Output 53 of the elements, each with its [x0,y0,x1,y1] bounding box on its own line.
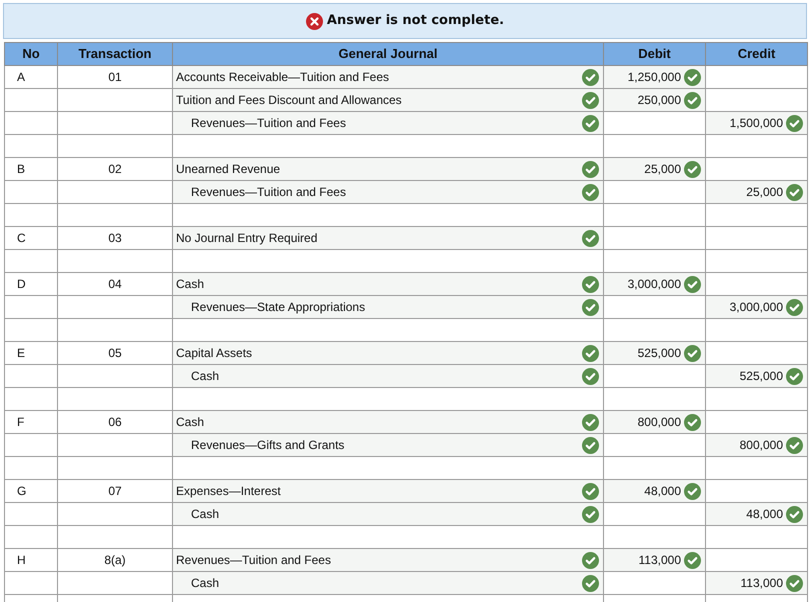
debit-amount: 25,000 [644,161,681,178]
account-name: Cash [175,414,204,431]
debit-amount: 113,000 [638,552,681,569]
credit-amount: 3,000,000 [730,299,783,316]
account-name: Cash [190,575,220,592]
account-name: Revenues—Tuition and Fees [190,184,346,201]
account-name: Accounts Receivable—Tuition and Fees [175,69,389,86]
debit-amount: 48,000 [644,483,681,500]
account-name: Cash [190,506,220,523]
banner-text: Answer is not complete. [326,12,504,30]
credit-amount: 525,000 [740,368,783,385]
entry-letter: C [16,231,26,245]
column-header: Transaction [58,42,172,66]
transaction-number: 06 [108,415,122,429]
account-name: Revenues—Tuition and Fees [190,115,346,132]
transaction-number: 04 [108,277,122,291]
account-name: Revenues—Tuition and Fees [175,552,331,569]
credit-amount: 48,000 [746,506,783,523]
entry-letter: A [16,70,26,84]
account-name: Capital Assets [175,345,252,362]
column-header: Debit [604,42,706,66]
entry-letter: E [16,346,26,360]
debit-amount: 525,000 [638,345,681,362]
transaction-number: 05 [108,346,122,360]
account-name: Cash [175,276,204,293]
account-name: Revenues—Gifts and Grants [190,437,344,454]
debit-amount: 3,000,000 [628,276,681,293]
entry-letter: B [16,162,26,176]
column-header: Credit [706,42,808,66]
credit-amount: 1,500,000 [730,115,783,132]
debit-amount: 250,000 [638,92,681,109]
entry-letter: H [16,553,26,567]
column-header: General Journal [172,42,604,66]
transaction-number: 01 [108,70,122,84]
account-name: Unearned Revenue [175,161,280,178]
account-name: Revenues—State Appropriations [190,299,366,316]
transaction-number: 03 [108,231,122,245]
entry-letter: F [16,415,24,429]
transaction-number: 8(a) [104,553,126,567]
account-name: Tuition and Fees Discount and Allowances [175,92,402,109]
debit-amount: 1,250,000 [628,69,681,86]
account-name: No Journal Entry Required [175,230,318,247]
entry-letter: D [16,277,26,291]
column-header: No [4,42,58,66]
transaction-number: 07 [108,484,122,498]
credit-amount: 25,000 [746,184,783,201]
credit-amount: 800,000 [740,437,783,454]
entry-letter: G [16,484,26,498]
credit-amount: 113,000 [740,575,783,592]
debit-amount: 800,000 [638,414,681,431]
account-name: Cash [190,368,220,385]
account-name: Expenses—Interest [175,483,281,500]
transaction-number: 02 [108,162,122,176]
